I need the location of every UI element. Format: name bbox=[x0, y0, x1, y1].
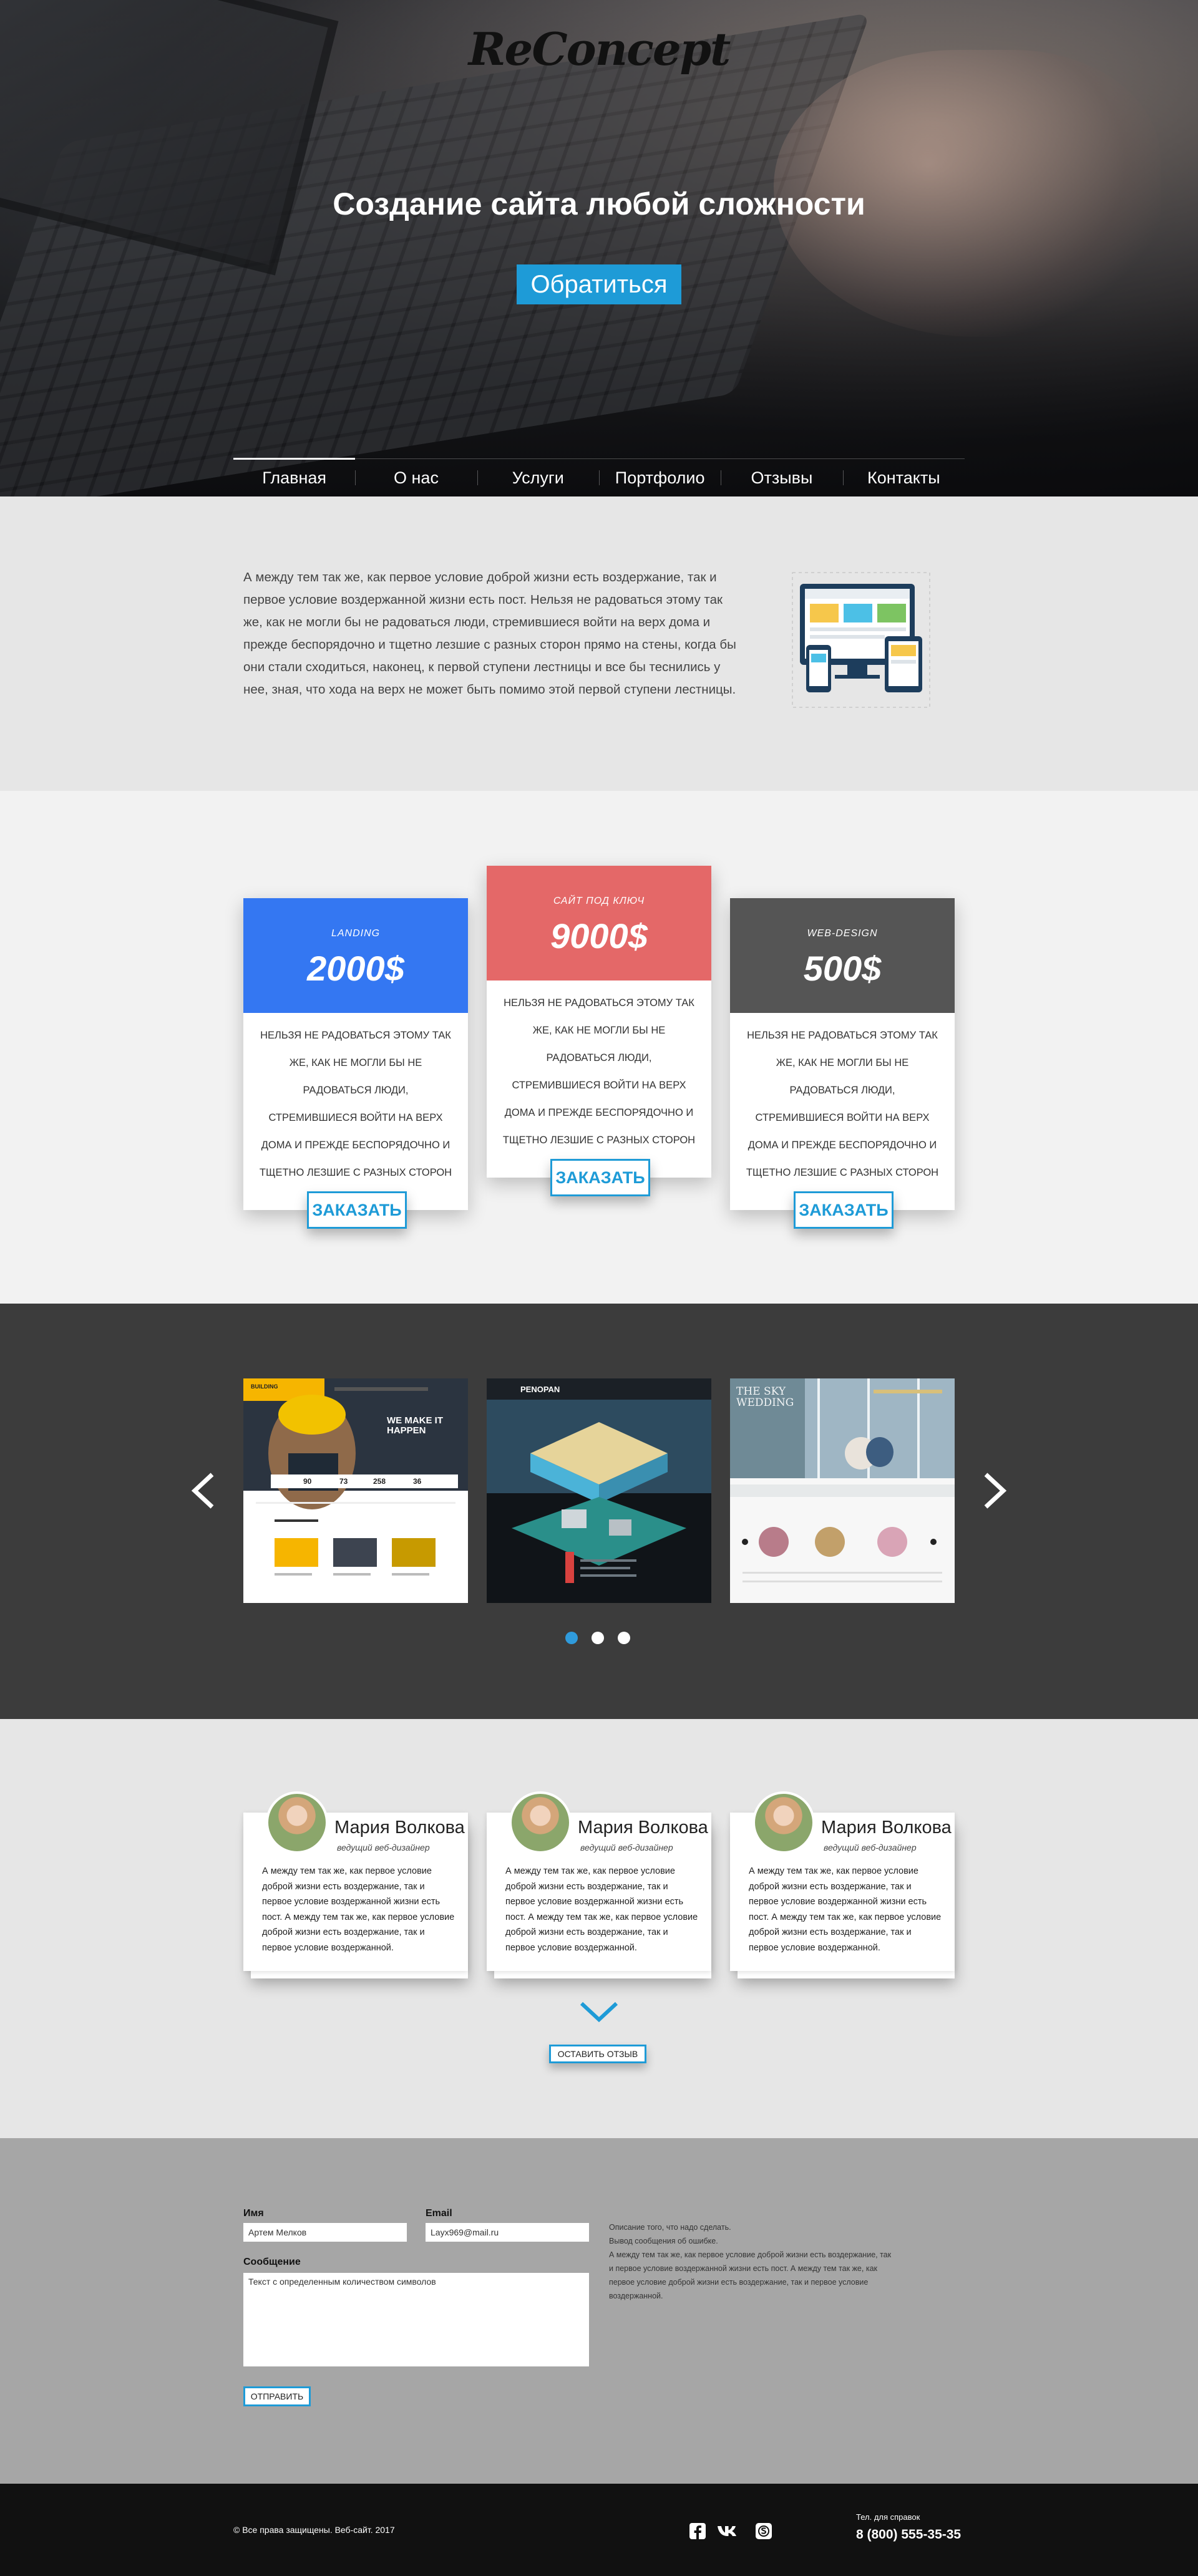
contact-cta-button[interactable]: Обратиться bbox=[517, 264, 681, 304]
pricing-card-label: WEB-DESIGN bbox=[807, 928, 878, 939]
email-field[interactable] bbox=[426, 2223, 589, 2242]
review-card: Мария Волкова ведущий веб-дизайнер А меж… bbox=[487, 1791, 711, 1978]
about-section: А между тем так же, как первое условие д… bbox=[0, 496, 1198, 791]
leave-review-button[interactable]: ОСТАВИТЬ ОТЗЫВ bbox=[549, 2045, 646, 2063]
portfolio-slide[interactable]: BUILDING WE MAKE IT HAPPEN 90 73 258 36 bbox=[243, 1378, 468, 1603]
portfolio-slide-preview bbox=[487, 1378, 711, 1603]
nav-item-portfolio[interactable]: Портфолио bbox=[598, 459, 721, 496]
main-nav: Главная О нас Услуги Портфолио Отзывы Ко… bbox=[233, 458, 965, 496]
review-card-body: Мария Волкова ведущий веб-дизайнер А меж… bbox=[243, 1791, 468, 1971]
nav-item-services[interactable]: Услуги bbox=[477, 459, 599, 496]
pricing-card-landing: LANDING 2000$ НЕЛЬЗЯ НЕ РАДОВАТЬСЯ ЭТОМУ… bbox=[243, 898, 468, 1229]
pricing-section: LANDING 2000$ НЕЛЬЗЯ НЕ РАДОВАТЬСЯ ЭТОМУ… bbox=[0, 791, 1198, 1304]
review-card-body: Мария Волкова ведущий веб-дизайнер А меж… bbox=[487, 1791, 711, 1971]
portfolio-slide-preview bbox=[730, 1378, 955, 1603]
review-card: Мария Волкова ведущий веб-дизайнер А меж… bbox=[243, 1791, 468, 1978]
carousel-dot-2[interactable] bbox=[592, 1632, 604, 1644]
avatar bbox=[509, 1791, 572, 1854]
portfolio-slide-brand: PENOPAN bbox=[520, 1385, 560, 1394]
portfolio-slide-brand: BUILDING bbox=[251, 1383, 278, 1390]
portfolio-slide-stat: 90 bbox=[303, 1477, 312, 1486]
review-author-name: Мария Волкова bbox=[334, 1818, 465, 1838]
review-card: Мария Волкова ведущий веб-дизайнер А меж… bbox=[730, 1791, 955, 1978]
contact-info-line: воздержанной. bbox=[609, 2292, 663, 2300]
carousel-dot-3[interactable] bbox=[618, 1632, 630, 1644]
message-field[interactable]: Текст с определенным количеством символо… bbox=[243, 2273, 589, 2366]
carousel-dot-1[interactable] bbox=[565, 1632, 578, 1644]
contact-info-line: и первое условие воздержанной жизни есть… bbox=[609, 2264, 877, 2273]
contact-info-line: Описание того, что надо сделать. bbox=[609, 2223, 731, 2232]
order-button[interactable]: ЗАКАЗАТЬ bbox=[550, 1159, 650, 1196]
portfolio-section: BUILDING WE MAKE IT HAPPEN 90 73 258 36 … bbox=[0, 1304, 1198, 1719]
nav-item-contacts[interactable]: Контакты bbox=[842, 459, 965, 496]
avatar bbox=[752, 1791, 815, 1854]
order-button[interactable]: ЗАКАЗАТЬ bbox=[794, 1191, 894, 1229]
about-text: А между тем так же, как первое условие д… bbox=[243, 570, 736, 697]
pricing-card-label: LANDING bbox=[331, 928, 381, 939]
pricing-card-web-design: WEB-DESIGN 500$ НЕЛЬЗЯ НЕ РАДОВАТЬСЯ ЭТО… bbox=[730, 898, 955, 1229]
send-button[interactable]: ОТПРАВИТЬ bbox=[243, 2386, 311, 2406]
review-card-body: Мария Волкова ведущий веб-дизайнер А меж… bbox=[730, 1791, 955, 1971]
contact-info-line: А между тем так же, как первое условие д… bbox=[609, 2250, 892, 2259]
review-author-role: ведущий веб-дизайнер bbox=[337, 1842, 430, 1852]
portfolio-slide[interactable]: PENOPAN bbox=[487, 1378, 711, 1603]
contact-info-line: Вывод сообщения об ошибке. bbox=[609, 2237, 718, 2245]
order-button[interactable]: ЗАКАЗАТЬ bbox=[307, 1191, 407, 1229]
email-label: Email bbox=[426, 2208, 452, 2219]
pricing-card-description: НЕЛЬЗЯ НЕ РАДОВАТЬСЯ ЭТОМУ ТАК ЖЕ, КАК Н… bbox=[502, 997, 696, 1146]
review-author-name: Мария Волкова bbox=[578, 1818, 708, 1838]
review-text: А между тем так же, как первое условие д… bbox=[749, 1866, 942, 1953]
phone-label: Тел. для справок bbox=[856, 2512, 920, 2522]
name-label: Имя bbox=[243, 2208, 264, 2219]
chevron-down-icon[interactable] bbox=[579, 2001, 619, 2023]
review-text: А между тем так же, как первое условие д… bbox=[262, 1866, 455, 1953]
pricing-card-price: 2000$ bbox=[307, 949, 404, 988]
pricing-card-turnkey: САЙТ ПОД КЛЮЧ 9000$ НЕЛЬЗЯ НЕ РАДОВАТЬСЯ… bbox=[487, 866, 711, 1196]
contact-info-line: первое условие доброй жизни есть воздерж… bbox=[609, 2278, 869, 2287]
nav-item-reviews[interactable]: Отзывы bbox=[721, 459, 842, 496]
portfolio-slide-preview bbox=[243, 1378, 468, 1603]
reviews-section: Мария Волкова ведущий веб-дизайнер А меж… bbox=[0, 1719, 1198, 2138]
pricing-card-header: WEB-DESIGN 500$ bbox=[730, 898, 955, 1013]
pricing-card-description: НЕЛЬЗЯ НЕ РАДОВАТЬСЯ ЭТОМУ ТАК ЖЕ, КАК Н… bbox=[259, 1030, 452, 1178]
pricing-card-price: 500$ bbox=[803, 949, 882, 988]
vk-icon[interactable] bbox=[716, 2522, 741, 2540]
skype-icon[interactable] bbox=[755, 2522, 772, 2540]
pricing-card-header: САЙТ ПОД КЛЮЧ 9000$ bbox=[487, 866, 711, 981]
review-author-name: Мария Волкова bbox=[821, 1818, 952, 1838]
pricing-card-description: НЕЛЬЗЯ НЕ РАДОВАТЬСЯ ЭТОМУ ТАК ЖЕ, КАК Н… bbox=[746, 1030, 939, 1178]
review-text: А между тем так же, как первое условие д… bbox=[505, 1866, 698, 1953]
pricing-card-header: LANDING 2000$ bbox=[243, 898, 468, 1013]
message-label: Сообщение bbox=[243, 2257, 301, 2267]
review-author-role: ведущий веб-дизайнер bbox=[824, 1842, 917, 1852]
portfolio-slide-stat: 73 bbox=[339, 1477, 348, 1486]
responsive-devices-illustration bbox=[792, 572, 930, 708]
portfolio-slide-stat: 258 bbox=[373, 1477, 386, 1486]
hero-section: ReConcept Создание сайта любой сложности… bbox=[0, 0, 1198, 496]
portfolio-slide-headline: WE MAKE IT HAPPEN bbox=[387, 1415, 443, 1436]
pricing-card-price: 9000$ bbox=[550, 916, 648, 956]
phone-number[interactable]: 8 (800) 555-35-35 bbox=[856, 2527, 961, 2542]
facebook-icon[interactable] bbox=[689, 2522, 706, 2540]
portfolio-slide-brand: THE SKY WEDDING bbox=[736, 1385, 794, 1409]
review-author-role: ведущий веб-дизайнер bbox=[580, 1842, 673, 1852]
pricing-card-label: САЙТ ПОД КЛЮЧ bbox=[553, 896, 645, 906]
portfolio-slide-stat: 36 bbox=[413, 1477, 422, 1486]
name-field[interactable] bbox=[243, 2223, 407, 2242]
chevron-right-icon[interactable] bbox=[978, 1472, 1010, 1509]
nav-item-home[interactable]: Главная bbox=[233, 458, 356, 496]
nav-item-about[interactable]: О нас bbox=[355, 459, 477, 496]
copyright-text: © Все права защищены. Веб-сайт. 2017 bbox=[233, 2525, 395, 2535]
avatar bbox=[266, 1791, 328, 1854]
chevron-left-icon[interactable] bbox=[188, 1472, 220, 1509]
contact-section: Имя Email Сообщение Текст с определенным… bbox=[0, 2138, 1198, 2484]
site-logo[interactable]: ReConcept bbox=[0, 22, 1198, 75]
contact-info: Описание того, что надо сделать. Вывод с… bbox=[609, 2220, 896, 2303]
hero-title: Создание сайта любой сложности bbox=[333, 186, 865, 221]
footer: © Все права защищены. Веб-сайт. 2017 Тел… bbox=[0, 2484, 1198, 2576]
portfolio-slide[interactable]: THE SKY WEDDING bbox=[730, 1378, 955, 1603]
